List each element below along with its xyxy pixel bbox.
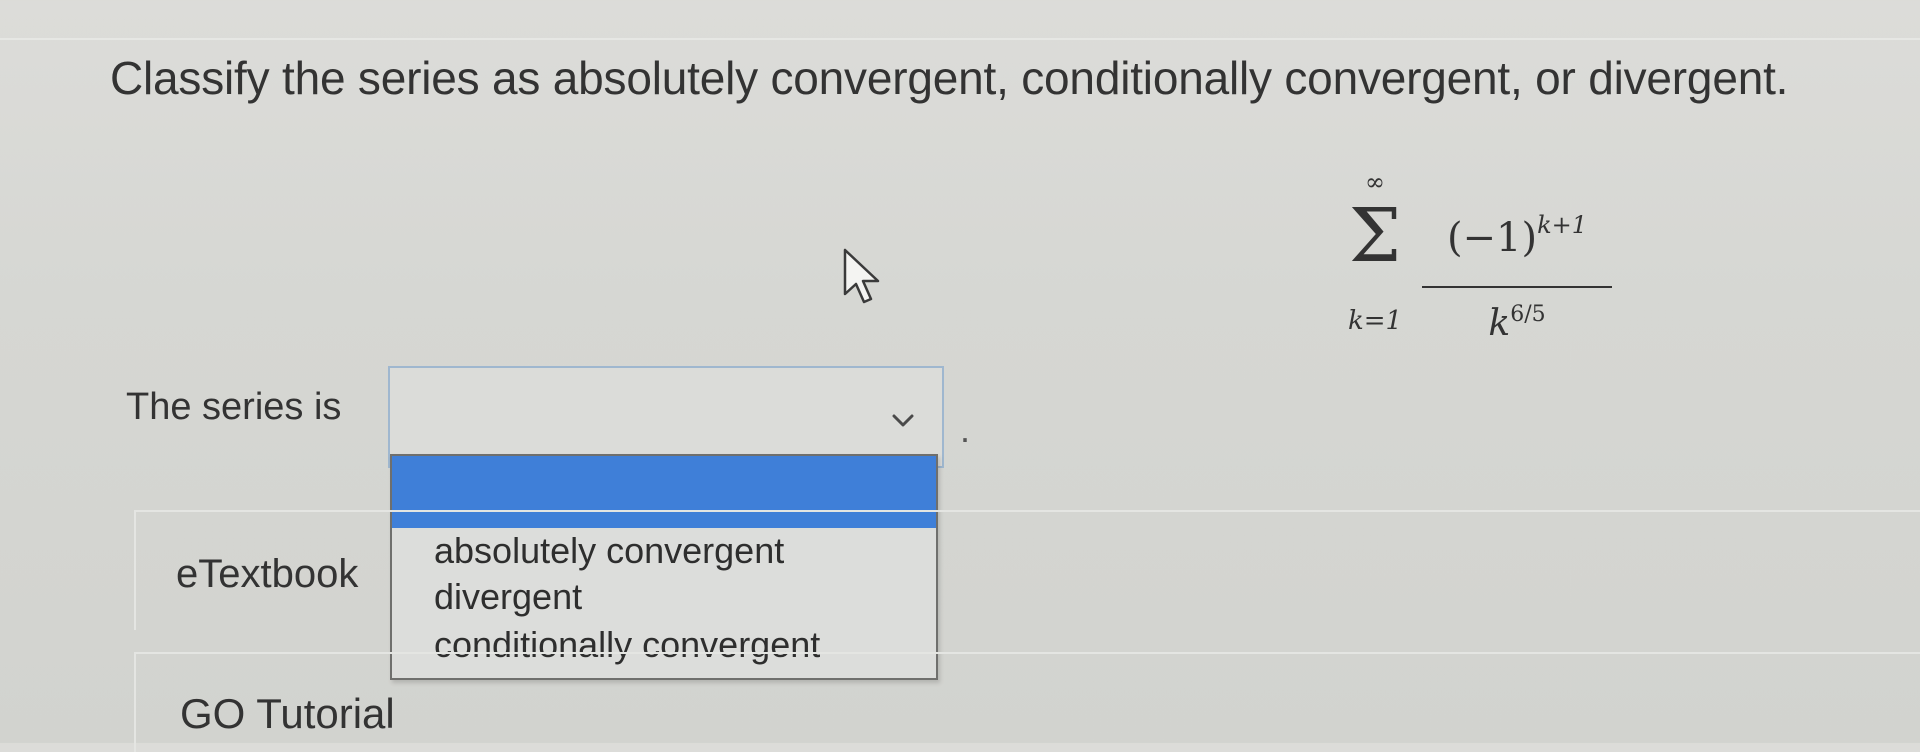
mouse-pointer-icon [843,248,880,304]
go-tutorial-panel [134,652,1920,752]
numerator-exponent: k+1 [1537,211,1588,239]
denominator-base: k [1488,303,1511,344]
etextbook-panel [134,510,1920,630]
numerator-base: (−1) [1446,215,1538,261]
series-formula: ∞ Σ k=1 (−1)k+1 k6/5 [1340,170,1620,350]
summation: ∞ Σ k=1 [1340,170,1410,350]
answer-prompt-label: The series is [126,386,342,428]
fraction-bar [1422,286,1612,288]
etextbook-link[interactable]: eTextbook [176,548,358,600]
go-tutorial-link[interactable]: GO Tutorial [180,688,395,740]
top-divider [0,38,1920,40]
sum-lower-limit: k=1 [1347,306,1403,336]
numerator: (−1)k+1 [1422,200,1612,263]
question-text: Classify the series as absolutely conver… [110,52,1789,104]
series-type-select[interactable] [388,366,944,468]
fraction: (−1)k+1 k6/5 [1422,200,1612,344]
sigma-symbol: Σ [1348,193,1402,279]
denominator-exponent: 6/5 [1510,302,1546,327]
chevron-down-icon [892,414,914,427]
sum-upper-limit: ∞ [1365,168,1385,196]
sentence-period: . [960,409,971,450]
denominator: k6/5 [1422,292,1612,347]
